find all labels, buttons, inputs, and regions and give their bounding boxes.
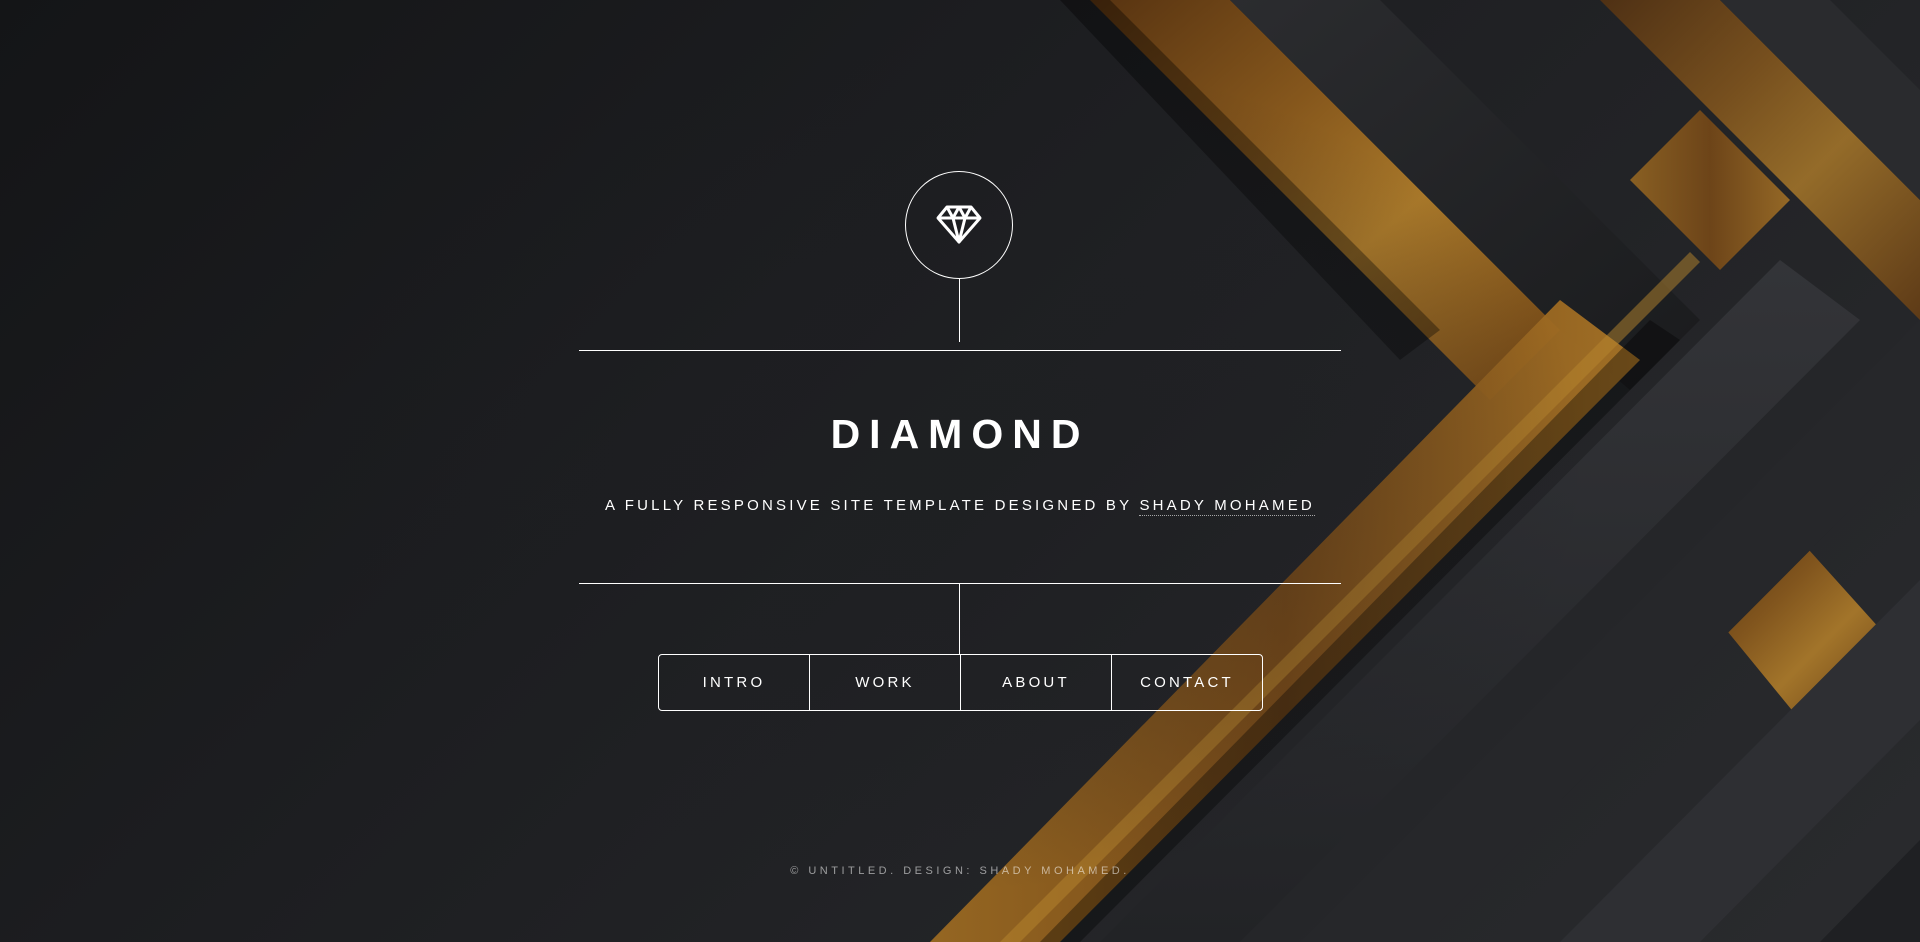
diamond-icon [936, 205, 982, 244]
footer-copyright: © UNTITLED. DESIGN: SHADY MOHAMED. [790, 865, 1130, 877]
nav-item-contact[interactable]: CONTACT [1111, 655, 1262, 710]
main-nav: INTRO WORK ABOUT CONTACT [658, 654, 1263, 711]
divider-top [579, 350, 1341, 351]
site-title: DIAMOND [830, 411, 1090, 457]
nav-item-intro[interactable]: INTRO [659, 655, 809, 710]
tagline: A FULLY RESPONSIVE SITE TEMPLATE DESIGNE… [579, 497, 1341, 516]
site-header: DIAMOND A FULLY RESPONSIVE SITE TEMPLATE… [579, 171, 1341, 711]
page: DIAMOND A FULLY RESPONSIVE SITE TEMPLATE… [0, 0, 1920, 942]
nav-item-work[interactable]: WORK [809, 655, 960, 710]
connector-line-top [959, 279, 960, 342]
connector-line-bottom [959, 584, 960, 654]
divider-bottom [579, 583, 1341, 584]
logo [905, 171, 1013, 279]
tagline-text: A FULLY RESPONSIVE SITE TEMPLATE DESIGNE… [605, 497, 1140, 514]
author-link[interactable]: SHADY MOHAMED [1139, 497, 1315, 516]
nav-item-about[interactable]: ABOUT [960, 655, 1111, 710]
